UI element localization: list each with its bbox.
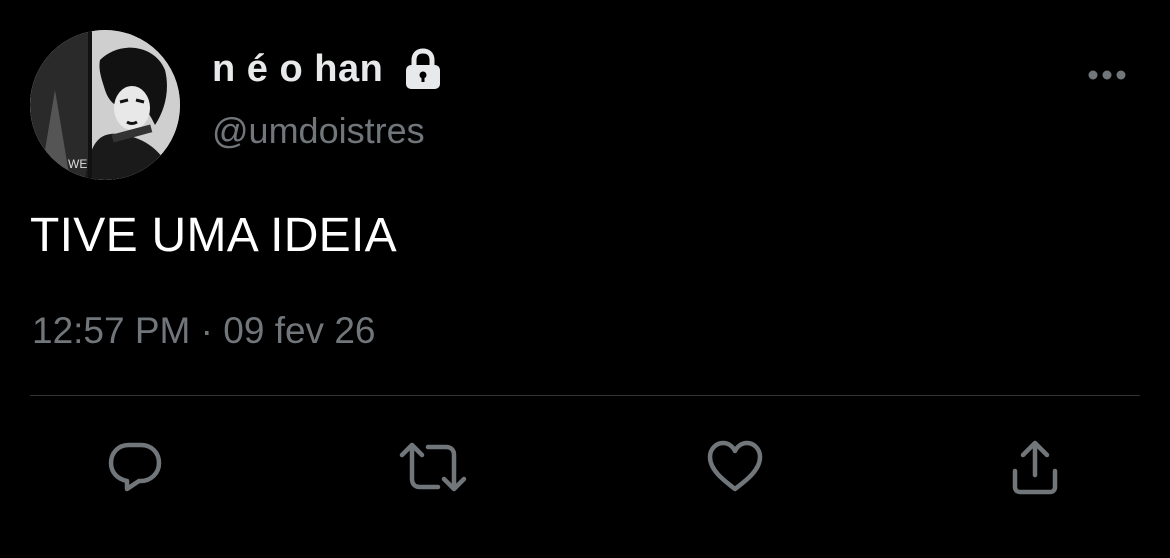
reply-button[interactable] [100,432,170,502]
tweet-date: 09 fev 26 [223,310,376,351]
author-handle[interactable]: @umdoistres [212,110,425,152]
tweet-text: TIVE UMA IDEIA [30,209,397,262]
retweet-button[interactable] [398,432,468,502]
author-display-name[interactable]: n é o han [212,48,383,91]
svg-text:WE: WE [68,157,87,171]
like-icon [707,440,763,492]
share-button[interactable] [1000,432,1070,502]
divider [30,395,1140,396]
tweet-timestamp[interactable]: 12:57 PM · 09 fev 26 [32,310,376,352]
author-name-row: n é o han [212,44,445,94]
retweet-icon [399,442,467,492]
tweet-time: 12:57 PM [32,310,191,351]
like-button[interactable] [700,432,770,502]
tweet-detail: WE n é o han @umdoistres TIVE UMA IDEIA … [0,0,1170,558]
reply-icon [108,442,162,492]
tweet-actions [0,432,1170,502]
lock-icon [401,47,445,91]
avatar-image: WE [30,30,180,180]
avatar[interactable]: WE [30,30,180,180]
share-icon [1012,440,1058,495]
more-horizontal-icon [1088,70,1126,80]
timestamp-separator: · [200,310,213,351]
more-options-button[interactable] [1082,60,1132,90]
